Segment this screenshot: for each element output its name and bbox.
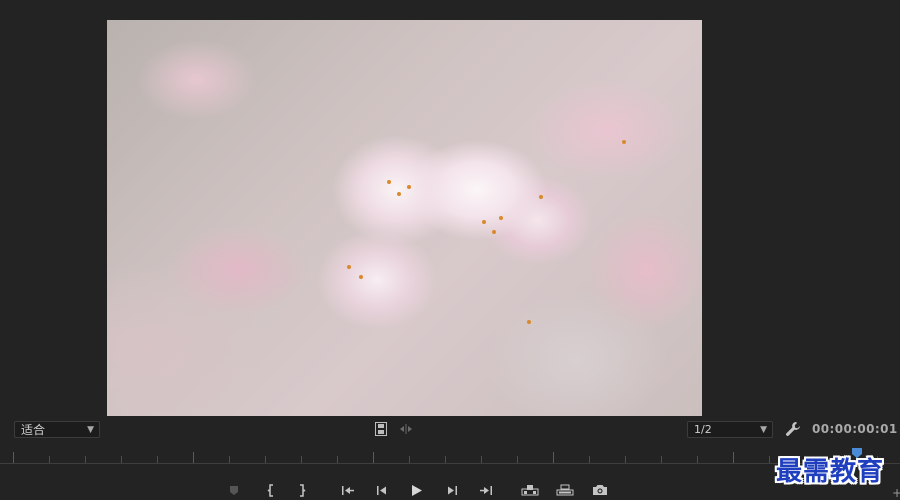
video-preview[interactable] xyxy=(107,20,702,416)
ruler-tick xyxy=(517,456,518,463)
resolution-value: 1/2 xyxy=(694,423,712,436)
lift-button[interactable] xyxy=(520,483,540,497)
zoom-level-select[interactable]: 适合 ▼ xyxy=(14,421,100,438)
stamen-dot xyxy=(347,265,351,269)
mark-out-icon xyxy=(300,483,306,497)
add-marker-button[interactable] xyxy=(228,483,240,497)
step-forward-icon xyxy=(448,485,457,495)
ruler-tick xyxy=(409,456,410,463)
step-back-icon xyxy=(377,485,386,495)
wrench-icon xyxy=(786,422,800,436)
stamen-dot xyxy=(397,192,401,196)
chevron-down-icon: ▼ xyxy=(87,425,94,435)
ruler-tick xyxy=(769,456,770,463)
ruler-tick xyxy=(337,456,338,463)
step-back-button[interactable] xyxy=(375,483,389,497)
ruler-tick xyxy=(193,452,194,463)
export-frame-button[interactable] xyxy=(591,483,609,497)
stamen-dot xyxy=(387,180,391,184)
ruler-baseline xyxy=(0,463,900,464)
ruler-tick xyxy=(661,456,662,463)
stamen-dot xyxy=(499,216,503,220)
ruler-tick xyxy=(733,452,734,463)
film-strip-icon xyxy=(375,422,387,436)
mark-in-icon xyxy=(267,483,273,497)
go-to-in-icon xyxy=(342,485,354,495)
ruler-tick xyxy=(481,456,482,463)
ruler-tick xyxy=(553,452,554,463)
play-button[interactable] xyxy=(410,483,424,497)
mark-in-button[interactable] xyxy=(266,483,276,497)
ruler-tick xyxy=(157,456,158,463)
ruler-tick xyxy=(445,456,446,463)
program-monitor: 适合 ▼ 1/2 ▼ 00:00:00:01 最需教育 + xyxy=(0,0,900,500)
mark-out-button[interactable] xyxy=(297,483,307,497)
extract-button[interactable] xyxy=(555,483,575,497)
ruler-tick xyxy=(85,456,86,463)
playhead-timecode[interactable]: 00:00:00:01 xyxy=(812,422,898,436)
marker-icon xyxy=(230,485,238,495)
settings-button[interactable] xyxy=(784,420,802,438)
monitor-control-bar: 适合 ▼ 1/2 ▼ 00:00:00:01 xyxy=(0,418,900,442)
export-frame-settings-button[interactable] xyxy=(374,421,388,437)
ruler-tick xyxy=(301,456,302,463)
time-ruler[interactable] xyxy=(0,448,900,466)
chevron-down-icon: ▼ xyxy=(760,425,767,435)
extract-icon xyxy=(556,484,574,496)
stamen-dot xyxy=(527,320,531,324)
ruler-tick xyxy=(121,456,122,463)
camera-icon xyxy=(593,485,607,495)
ruler-tick xyxy=(265,456,266,463)
stamen-dot xyxy=(482,220,486,224)
comparison-view-button[interactable] xyxy=(398,422,414,436)
go-to-in-button[interactable] xyxy=(340,483,356,497)
go-to-out-button[interactable] xyxy=(478,483,494,497)
split-arrows-icon xyxy=(400,424,412,434)
ruler-tick xyxy=(49,456,50,463)
ruler-tick xyxy=(229,456,230,463)
step-forward-button[interactable] xyxy=(445,483,459,497)
stamen-dot xyxy=(407,185,411,189)
stamen-dot xyxy=(492,230,496,234)
play-icon xyxy=(412,484,422,496)
add-button-icon[interactable]: + xyxy=(892,486,900,500)
watermark-logo: 最需教育 xyxy=(776,457,885,487)
stamen-dot xyxy=(622,140,626,144)
zoom-level-value: 适合 xyxy=(21,423,46,437)
lift-icon xyxy=(521,485,539,496)
ruler-tick xyxy=(373,452,374,463)
transport-controls xyxy=(0,481,900,500)
ruler-tick xyxy=(13,452,14,463)
ruler-tick xyxy=(625,456,626,463)
ruler-tick xyxy=(589,456,590,463)
stamen-dot xyxy=(359,275,363,279)
playback-resolution-select[interactable]: 1/2 ▼ xyxy=(687,421,773,438)
stamen-dot xyxy=(539,195,543,199)
ruler-tick xyxy=(697,456,698,463)
go-to-out-icon xyxy=(480,485,492,495)
